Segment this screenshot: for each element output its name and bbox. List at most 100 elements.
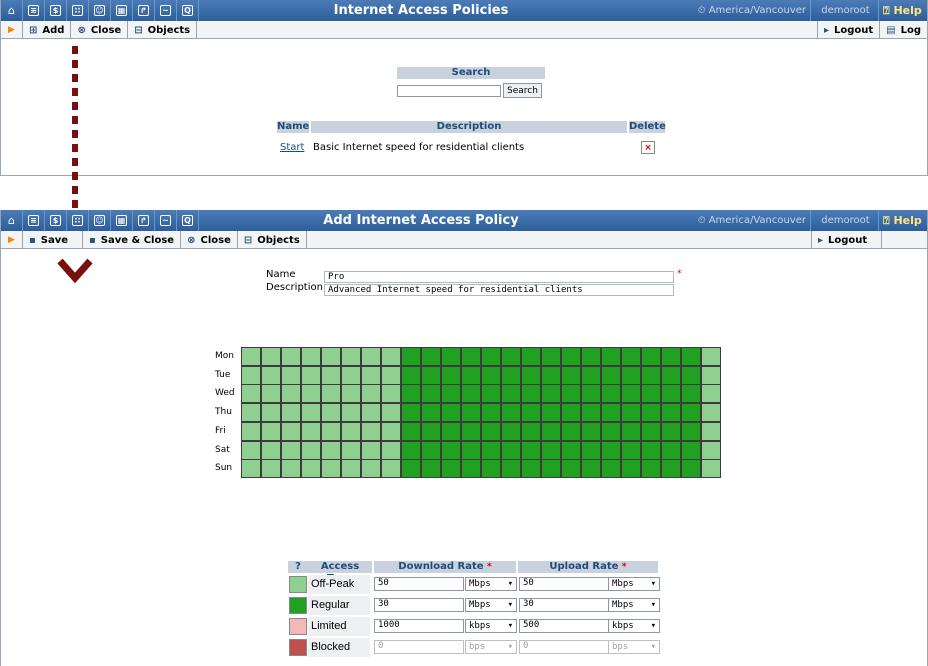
schedule-cell[interactable] [281,403,301,423]
schedule-cell[interactable] [501,384,521,404]
schedule-cell[interactable] [621,459,641,479]
schedule-cell[interactable] [541,365,561,385]
schedule-cell[interactable] [441,347,461,366]
schedule-cell[interactable] [581,365,601,385]
schedule-cell[interactable] [461,347,481,366]
schedule-cell[interactable] [621,365,641,385]
schedule-cell[interactable] [241,421,261,441]
user-icon[interactable]: ☺ [89,210,111,231]
schedule-cell[interactable] [341,421,361,441]
schedule-cell[interactable] [441,384,461,404]
schedule-cell[interactable] [641,440,661,460]
schedule-cell[interactable] [321,365,341,385]
schedule-cell[interactable] [521,403,541,423]
schedule-cell[interactable] [501,403,521,423]
schedule-cell[interactable] [441,403,461,423]
schedule-cell[interactable] [461,440,481,460]
schedule-cell[interactable] [461,459,481,479]
delete-icon[interactable]: × [641,141,655,154]
schedule-cell[interactable] [341,459,361,479]
schedule-cell[interactable] [281,440,301,460]
schedule-cell[interactable] [321,384,341,404]
log-button[interactable]: ▤ Log [879,21,927,39]
schedule-cell[interactable] [621,384,641,404]
schedule-cell[interactable] [341,384,361,404]
schedule-cell[interactable] [261,421,281,441]
schedule-cell[interactable] [301,459,321,479]
schedule-cell[interactable] [561,403,581,423]
upload-unit-select[interactable]: Mbps [608,598,660,612]
schedule-cell[interactable] [641,459,661,479]
schedule-cell[interactable] [361,440,381,460]
schedule-cell[interactable] [661,403,681,423]
schedule-cell[interactable] [401,421,421,441]
color-swatch[interactable] [289,597,307,614]
download-unit-select[interactable]: kbps [465,619,517,633]
schedule-cell[interactable] [661,421,681,441]
schedule-cell[interactable] [301,440,321,460]
schedule-cell[interactable] [401,459,421,479]
schedule-cell[interactable] [481,365,501,385]
schedule-cell[interactable] [501,347,521,366]
list-icon[interactable]: ≡ [23,0,45,21]
schedule-cell[interactable] [261,459,281,479]
schedule-cell[interactable] [381,403,401,423]
schedule-cell[interactable] [501,365,521,385]
schedule-cell[interactable] [481,421,501,441]
schedule-cell[interactable] [461,384,481,404]
schedule-cell[interactable] [701,365,721,385]
schedule-cell[interactable] [421,459,441,479]
schedule-cell[interactable] [261,365,281,385]
schedule-cell[interactable] [261,347,281,366]
upload-unit-select[interactable]: Mbps [608,577,660,591]
schedule-cell[interactable] [341,365,361,385]
schedule-cell[interactable] [421,347,441,366]
schedule-cell[interactable] [561,440,581,460]
schedule-cell[interactable] [421,384,441,404]
schedule-cell[interactable] [341,440,361,460]
user-link[interactable]: demoroot [813,0,879,21]
schedule-cell[interactable] [301,365,321,385]
schedule-cell[interactable] [301,421,321,441]
schedule-cell[interactable] [601,403,621,423]
home-icon[interactable]: ⌂ [1,210,23,231]
schedule-cell[interactable] [241,403,261,423]
schedule-cell[interactable] [301,384,321,404]
schedule-cell[interactable] [621,403,641,423]
search-input[interactable] [397,84,501,97]
schedule-cell[interactable] [601,365,621,385]
schedule-cell[interactable] [621,347,641,366]
schedule-cell[interactable] [701,440,721,460]
schedule-cell[interactable] [521,421,541,441]
schedule-cell[interactable] [321,347,341,366]
schedule-cell[interactable] [681,440,701,460]
schedule-cell[interactable] [701,347,721,366]
schedule-cell[interactable] [361,347,381,366]
schedule-cell[interactable] [441,459,461,479]
schedule-cell[interactable] [521,365,541,385]
schedule-cell[interactable] [281,347,301,366]
help-link[interactable]: ⍰ Help [883,210,922,231]
schedule-cell[interactable] [501,421,521,441]
schedule-cell[interactable] [681,365,701,385]
search-icon[interactable]: Q [177,0,199,21]
schedule-cell[interactable] [241,459,261,479]
schedule-cell[interactable] [661,347,681,366]
schedule-cell[interactable] [621,440,641,460]
name-field[interactable] [324,271,674,283]
schedule-cell[interactable] [581,384,601,404]
dollar-icon[interactable]: $ [45,0,67,21]
schedule-cell[interactable] [541,403,561,423]
help-link[interactable]: ⍰ Help [883,0,922,21]
schedule-cell[interactable] [681,347,701,366]
schedule-cell[interactable] [701,403,721,423]
schedule-cell[interactable] [641,421,661,441]
schedule-cell[interactable] [601,421,621,441]
transfer-icon[interactable]: ↱ [133,0,155,21]
upload-rate-input[interactable]: 30 [519,598,609,612]
schedule-cell[interactable] [441,365,461,385]
schedule-cell[interactable] [561,459,581,479]
schedule-cell[interactable] [261,403,281,423]
schedule-cell[interactable] [521,347,541,366]
schedule-cell[interactable] [441,421,461,441]
